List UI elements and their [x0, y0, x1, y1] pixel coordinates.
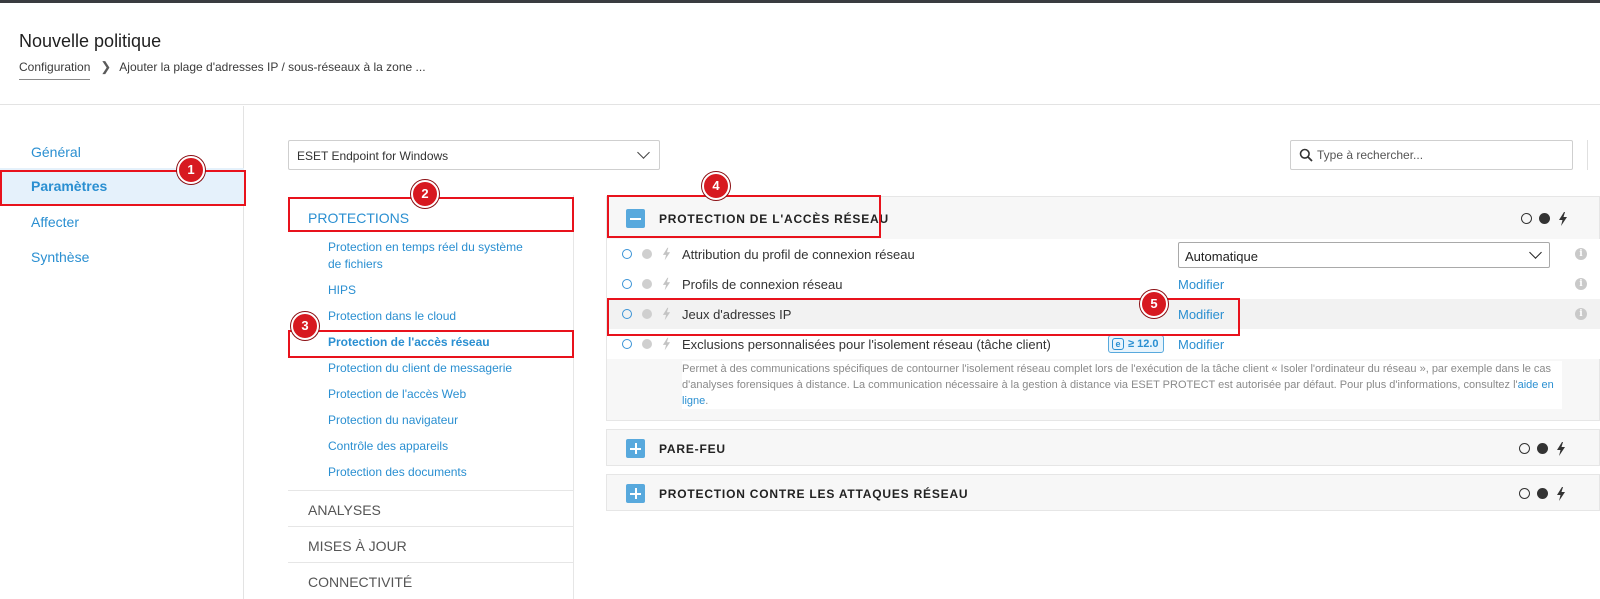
apply-flag-icon[interactable] — [1519, 443, 1530, 454]
sub-item-browser-protection[interactable]: Protection du navigateur — [328, 412, 538, 429]
annotation-badge-4: 4 — [702, 172, 730, 200]
nav-item-affecter[interactable]: Affecter — [31, 214, 79, 230]
annotation-badge-1: 1 — [177, 156, 205, 184]
profile-assignment-select[interactable]: Automatique — [1178, 242, 1550, 268]
lightning-icon[interactable] — [662, 337, 671, 351]
annotation-badge-5: 5 — [1140, 290, 1168, 318]
sub-item-document-protection[interactable]: Protection des documents — [328, 464, 538, 481]
sub-item-cloud-protection[interactable]: Protection dans le cloud — [328, 308, 538, 325]
sub-item-device-control[interactable]: Contrôle des appareils — [328, 438, 538, 455]
force-flag-icon[interactable] — [1537, 443, 1548, 454]
profile-assignment-value: Automatique — [1185, 249, 1258, 264]
expand-icon[interactable] — [626, 439, 645, 458]
modify-exclusions-link[interactable]: Modifier — [1178, 337, 1224, 352]
lightning-icon[interactable] — [662, 247, 671, 261]
nav-item-general[interactable]: Général — [31, 144, 81, 160]
force-flag-icon[interactable] — [642, 249, 652, 259]
description-text: Permet à des communications spécifiques … — [682, 363, 1552, 391]
apply-flag-icon[interactable] — [622, 249, 632, 259]
section-firewall[interactable]: PARE-FEU — [606, 429, 1600, 466]
sub-item-realtime-protection[interactable]: Protection en temps réel du système de f… — [328, 239, 538, 273]
nav-item-synthese[interactable]: Synthèse — [31, 249, 89, 265]
info-icon[interactable]: i — [1575, 248, 1587, 260]
row-label: Exclusions personnalisées pour l'isoleme… — [682, 337, 1051, 352]
section-network-attack-protection[interactable]: PROTECTION CONTRE LES ATTAQUES RÉSEAU — [606, 474, 1600, 511]
annotation-box-4 — [607, 195, 881, 238]
sub-item-hips[interactable]: HIPS — [328, 282, 538, 299]
search-input[interactable] — [1317, 145, 1567, 165]
version-badge: e ≥ 12.0 — [1108, 335, 1164, 353]
modify-profiles-link[interactable]: Modifier — [1178, 277, 1224, 292]
lightning-icon[interactable] — [662, 277, 671, 291]
lightning-icon[interactable] — [1558, 212, 1568, 226]
apply-flag-icon[interactable] — [622, 279, 632, 289]
lightning-icon[interactable] — [1556, 487, 1566, 501]
exclusions-description: Permet à des communications spécifiques … — [682, 361, 1562, 409]
breadcrumb-current: Ajouter la plage d'adresses IP / sous-ré… — [119, 60, 426, 74]
product-select-value: ESET Endpoint for Windows — [297, 149, 449, 163]
row-network-profiles: Profils de connexion réseau Modifier i — [607, 269, 1600, 299]
sub-item-email-client-protection[interactable]: Protection du client de messagerie — [328, 360, 538, 377]
annotation-box-1 — [0, 170, 246, 206]
category-divider — [288, 490, 574, 491]
category-divider — [288, 526, 574, 527]
section-title: PARE-FEU — [659, 442, 726, 456]
chevron-down-icon — [637, 146, 650, 159]
category-analyses[interactable]: ANALYSES — [288, 502, 574, 518]
section-title: PROTECTION CONTRE LES ATTAQUES RÉSEAU — [659, 487, 969, 501]
force-flag-icon[interactable] — [642, 339, 652, 349]
expand-icon[interactable] — [626, 484, 645, 503]
row-label: Profils de connexion réseau — [682, 277, 843, 292]
force-flag-icon[interactable] — [1537, 488, 1548, 499]
search-icon — [1299, 148, 1313, 162]
category-list: PROTECTIONS Protection en temps réel du … — [288, 195, 574, 599]
breadcrumb: Configuration ❯ Ajouter la plage d'adres… — [19, 59, 426, 80]
info-icon[interactable]: i — [1575, 308, 1587, 320]
description-end: . — [705, 395, 709, 407]
category-divider — [288, 562, 574, 563]
apply-flag-icon[interactable] — [1519, 488, 1530, 499]
chevron-right-icon: ❯ — [100, 59, 112, 74]
policy-flag-icons — [1519, 487, 1567, 501]
row-profile-assignment: Attribution du profil de connexion résea… — [607, 239, 1600, 269]
search-box — [1290, 140, 1573, 170]
eset-product-icon: e — [1112, 338, 1124, 350]
category-connectivity[interactable]: CONNECTIVITÉ — [288, 574, 574, 590]
breadcrumb-configuration-link[interactable]: Configuration — [19, 60, 91, 80]
page-title: Nouvelle politique — [19, 31, 162, 51]
annotation-box-3 — [288, 330, 574, 358]
lightning-icon[interactable] — [1556, 442, 1566, 456]
chevron-down-icon — [1529, 246, 1542, 259]
force-flag-icon[interactable] — [642, 279, 652, 289]
annotation-badge-3: 3 — [291, 312, 319, 340]
force-flag-icon[interactable] — [1539, 213, 1550, 224]
product-select[interactable]: ESET Endpoint for Windows — [288, 140, 660, 170]
policy-flag-icons — [1519, 442, 1567, 456]
apply-flag-icon[interactable] — [1521, 213, 1532, 224]
annotation-badge-2: 2 — [411, 180, 439, 208]
sub-item-web-access-protection[interactable]: Protection de l'accès Web — [328, 386, 538, 403]
apply-flag-icon[interactable] — [622, 339, 632, 349]
version-badge-text: ≥ 12.0 — [1128, 338, 1159, 350]
page-header: Nouvelle politique Configuration ❯ Ajout… — [0, 3, 1600, 105]
toolbar-divider — [1587, 140, 1588, 170]
info-icon[interactable]: i — [1575, 278, 1587, 290]
category-updates[interactable]: MISES À JOUR — [288, 538, 574, 554]
row-label: Attribution du profil de connexion résea… — [682, 247, 915, 262]
policy-flag-icons — [1521, 212, 1569, 226]
